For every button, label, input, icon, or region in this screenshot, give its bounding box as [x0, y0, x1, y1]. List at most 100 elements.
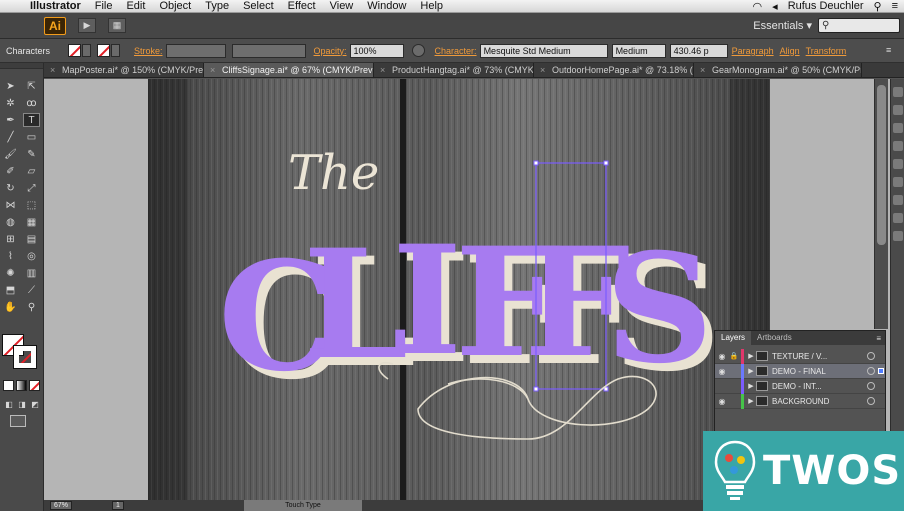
recolor-artwork-icon[interactable] — [411, 44, 425, 57]
zoom-tool-icon[interactable]: ⚲ — [23, 300, 40, 314]
layer-name[interactable]: DEMO - INT... — [772, 382, 854, 391]
tab-layers[interactable]: Layers — [715, 331, 752, 345]
screen-mode-icon[interactable] — [10, 415, 26, 427]
stroke-color-box[interactable] — [13, 345, 37, 369]
close-tab-icon[interactable]: × — [540, 63, 545, 77]
stroke-swatch[interactable] — [97, 44, 110, 57]
title-cliffs[interactable]: C L I F F S — [218, 213, 713, 405]
menu-view[interactable]: View — [323, 0, 361, 13]
stroke-dropdown[interactable] — [111, 44, 120, 57]
spotlight-search-icon[interactable]: ⚲ — [874, 0, 882, 13]
draw-inside-icon[interactable]: ◩ — [30, 399, 40, 409]
volume-icon[interactable]: ◂ — [772, 0, 778, 13]
color-button[interactable] — [3, 380, 14, 391]
tab-map-poster[interactable]: × MapPoster.ai* @ 150% (CMYK/Previ... — [44, 63, 204, 77]
transparency-panel-icon[interactable] — [892, 231, 903, 241]
stroke-weight-field[interactable] — [165, 43, 226, 58]
tab-outdoor-homepage[interactable]: × OutdoorHomePage.ai* @ 73.18% (R... — [534, 63, 694, 77]
tab-artboards[interactable]: Artboards — [751, 331, 798, 345]
opacity-link[interactable]: Opacity: — [314, 46, 347, 56]
paintbrush-tool-icon[interactable]: 🖌 — [2, 147, 19, 161]
swatches-panel-icon[interactable] — [892, 105, 903, 115]
selection-handle[interactable] — [603, 160, 609, 166]
artboard-tool-icon[interactable]: ⬒ — [2, 283, 19, 297]
menu-help[interactable]: Help — [413, 0, 450, 13]
pen-tool-icon[interactable]: ✒ — [2, 113, 19, 127]
layer-row-demo-final[interactable]: ◉ ▶ DEMO - FINAL — [715, 363, 885, 379]
menu-select[interactable]: Select — [236, 0, 281, 13]
gradient-panel-icon[interactable] — [892, 213, 903, 223]
symbol-sprayer-tool-icon[interactable]: ✺ — [2, 266, 19, 280]
shape-builder-tool-icon[interactable]: ◍ — [2, 215, 19, 229]
symbols-panel-icon[interactable] — [892, 141, 903, 151]
script-word-the[interactable]: The — [288, 145, 379, 201]
workspace-switcher[interactable]: Essentials ▾ — [753, 19, 812, 32]
none-button[interactable] — [29, 380, 40, 391]
control-panel-menu-icon[interactable]: ≡ — [886, 45, 898, 57]
appearance-panel-icon[interactable] — [892, 177, 903, 187]
menu-object[interactable]: Object — [152, 0, 198, 13]
selection-handle[interactable] — [533, 386, 539, 392]
menu-edit[interactable]: Edit — [119, 0, 152, 13]
wifi-icon[interactable]: ◠ — [753, 0, 763, 13]
blob-brush-tool-icon[interactable]: ✐ — [2, 164, 19, 178]
layer-row-texture[interactable]: ◉ 🔒 ▶ TEXTURE / V... — [715, 348, 885, 364]
menu-type[interactable]: Type — [198, 0, 236, 13]
vertical-scrollbar[interactable] — [874, 79, 888, 329]
menu-window[interactable]: Window — [360, 0, 413, 13]
width-tool-icon[interactable]: ⋈ — [2, 198, 19, 212]
magic-wand-tool-icon[interactable]: ✲ — [2, 96, 19, 110]
visibility-eye-icon[interactable]: ◉ — [715, 367, 729, 376]
eyedropper-tool-icon[interactable]: ⌇ — [2, 249, 19, 263]
blend-tool-icon[interactable]: ◎ — [23, 249, 40, 263]
artboard-navigator[interactable]: 1 — [112, 501, 124, 510]
user-name[interactable]: Rufus Deuchler — [788, 0, 864, 12]
expand-arrow-icon[interactable]: ▶ — [746, 367, 756, 375]
font-style-field[interactable]: Medium — [611, 43, 666, 58]
selection-tool-icon[interactable]: ➤ — [2, 79, 19, 93]
mesh-tool-icon[interactable]: ⊞ — [2, 232, 19, 246]
tab-cliffs-signage[interactable]: × CliffsSignage.ai* @ 67% (CMYK/Preview) — [204, 63, 374, 77]
visibility-eye-icon[interactable]: ◉ — [715, 352, 729, 361]
search-input[interactable]: ⚲ — [818, 18, 900, 33]
direct-selection-tool-icon[interactable]: ⇱ — [23, 79, 40, 93]
layer-name[interactable]: TEXTURE / V... — [772, 352, 854, 361]
zoom-field[interactable]: 67% — [50, 501, 73, 510]
eraser-tool-icon[interactable]: ▱ — [23, 164, 40, 178]
bridge-button[interactable]: ▶ — [78, 18, 96, 33]
paragraph-link[interactable]: Paragraph — [732, 46, 774, 56]
font-family-field[interactable]: Mesquite Std Medium — [479, 43, 608, 58]
color-panel-icon[interactable] — [892, 87, 903, 97]
menu-app-name[interactable]: Illustrator — [26, 0, 88, 12]
scale-tool-icon[interactable]: ⤢ — [23, 181, 40, 195]
draw-behind-icon[interactable]: ◨ — [17, 399, 27, 409]
arrange-documents-button[interactable]: ▦ — [108, 18, 126, 33]
target-circle-icon[interactable] — [867, 397, 875, 405]
free-transform-tool-icon[interactable]: ⬚ — [23, 198, 40, 212]
gradient-tool-icon[interactable]: ▤ — [23, 232, 40, 246]
line-tool-icon[interactable]: ╱ — [2, 130, 19, 144]
close-tab-icon[interactable]: × — [50, 63, 55, 77]
align-link[interactable]: Align — [780, 46, 800, 56]
artboard[interactable]: The C L I F F S C L I F F S — [148, 79, 770, 500]
perspective-grid-tool-icon[interactable]: ▦ — [23, 215, 40, 229]
tab-gear-monogram[interactable]: × GearMonogram.ai* @ 50% (CMYK/Pr... — [694, 63, 862, 77]
variable-width-profile[interactable] — [231, 43, 306, 58]
rotate-tool-icon[interactable]: ↻ — [2, 181, 19, 195]
close-tab-icon[interactable]: × — [210, 63, 215, 77]
rectangle-tool-icon[interactable]: ▭ — [23, 130, 40, 144]
target-circle-icon[interactable] — [867, 367, 875, 375]
expand-arrow-icon[interactable]: ▶ — [746, 397, 756, 405]
slice-tool-icon[interactable]: ⟋ — [23, 283, 40, 297]
opacity-field[interactable]: 100% — [349, 43, 404, 58]
visibility-eye-icon[interactable]: ◉ — [715, 397, 729, 406]
type-tool-icon[interactable]: T — [23, 113, 40, 127]
draw-normal-icon[interactable]: ◧ — [4, 399, 14, 409]
layer-name[interactable]: BACKGROUND — [772, 397, 854, 406]
tab-product-hangtag[interactable]: × ProductHangtag.ai* @ 73% (CMYK/P... — [374, 63, 534, 77]
close-tab-icon[interactable]: × — [380, 63, 385, 77]
pencil-tool-icon[interactable]: ✎ — [23, 147, 40, 161]
font-size-field[interactable]: 430.46 p — [669, 43, 728, 58]
selection-indicator[interactable] — [878, 368, 884, 374]
gradient-button[interactable] — [16, 380, 27, 391]
